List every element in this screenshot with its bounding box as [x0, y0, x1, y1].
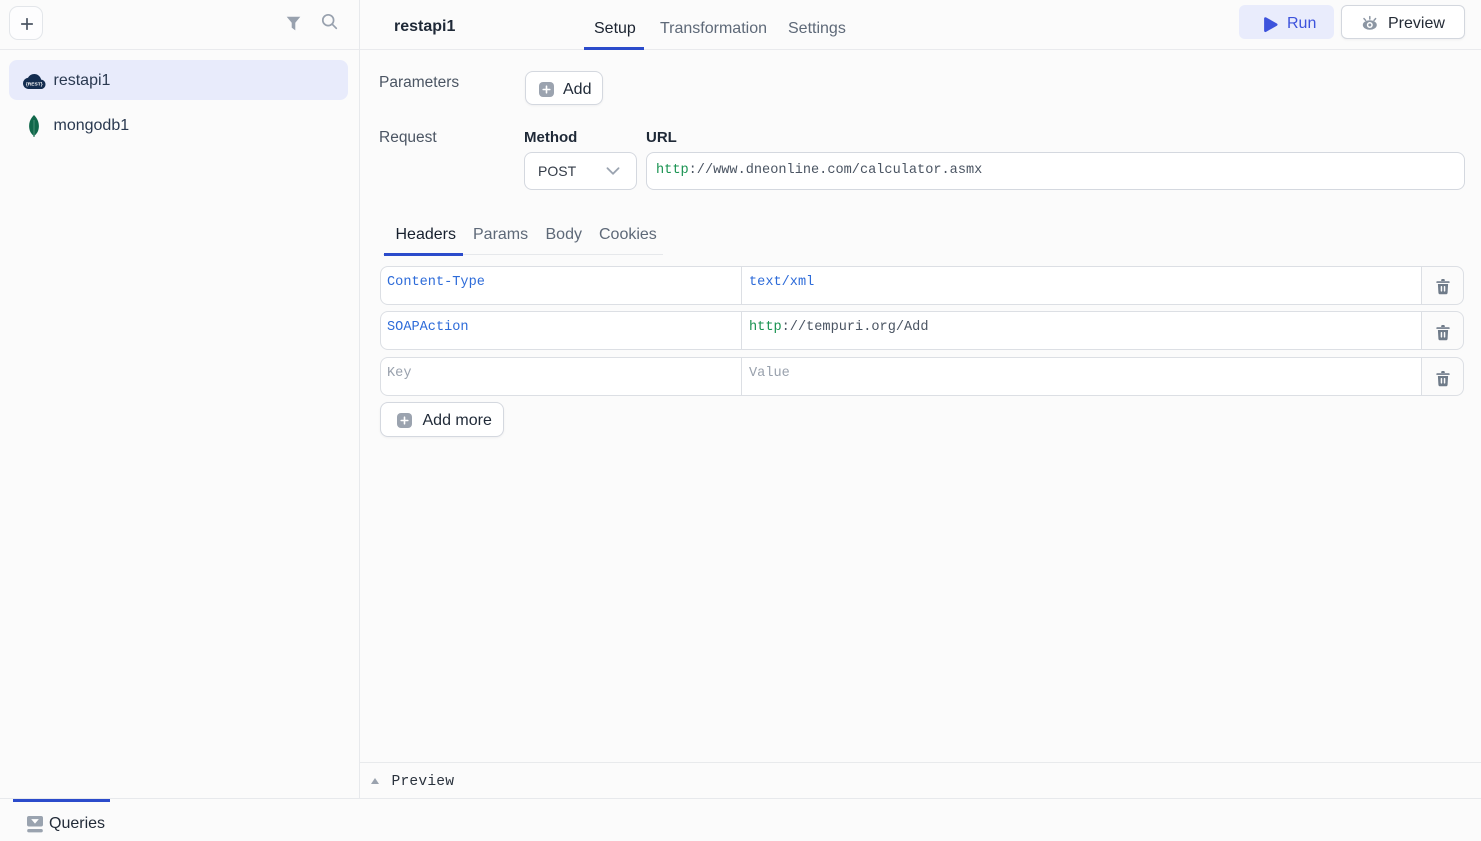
svg-text:{REST}: {REST} [26, 81, 43, 87]
